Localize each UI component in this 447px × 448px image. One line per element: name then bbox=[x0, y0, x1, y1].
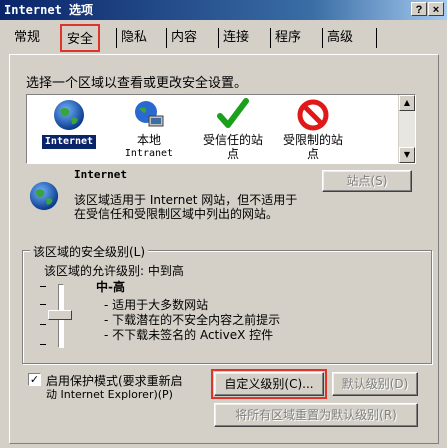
tab-privacy[interactable]: 隐私 bbox=[116, 28, 151, 48]
zone-list[interactable]: Internet 本地 Intranet 受信任的站 点 受限制的站 点 ▲ ▼ bbox=[26, 94, 416, 164]
zone-trusted-label-1: 受信任的站 bbox=[202, 133, 263, 147]
scroll-up-icon[interactable]: ▲ bbox=[399, 95, 415, 111]
allowed-levels-text: 该区域的允许级别: 中到高 bbox=[44, 264, 184, 278]
tab-connections[interactable]: 连接 bbox=[218, 28, 253, 48]
security-level-group-label: 该区域的安全级别(L) bbox=[30, 243, 149, 260]
close-button[interactable]: × bbox=[428, 2, 444, 16]
tab-content[interactable]: 内容 bbox=[166, 28, 201, 48]
custom-level-button[interactable]: 自定义级别(C)... bbox=[211, 369, 327, 399]
slider-tick bbox=[40, 344, 46, 345]
zone-local-intranet[interactable]: 本地 Intranet bbox=[111, 97, 187, 161]
slider-tick bbox=[40, 324, 46, 325]
reset-all-zones-button[interactable]: 将所有区域重置为默认级别(R) bbox=[214, 403, 418, 427]
sites-button[interactable]: 站点(S) bbox=[322, 170, 412, 192]
protected-mode-label-2: 动 Internet Explorer)(P) bbox=[46, 388, 173, 401]
selected-zone-globe-icon bbox=[28, 180, 60, 215]
tab-security[interactable]: 安全 bbox=[60, 24, 101, 52]
zone-scrollbar[interactable]: ▲ ▼ bbox=[398, 95, 415, 163]
zone-internet-label: Internet bbox=[41, 135, 97, 149]
checkmark-icon bbox=[195, 97, 271, 133]
window-title: Internet 选项 bbox=[4, 3, 94, 17]
slider-thumb[interactable] bbox=[48, 310, 72, 320]
globe-icon bbox=[31, 97, 107, 133]
tab-advanced[interactable]: 高级 bbox=[322, 28, 357, 48]
intranet-icon bbox=[111, 97, 187, 133]
help-button[interactable]: ? bbox=[411, 2, 427, 16]
zone-intranet-label-2: Intranet bbox=[124, 148, 174, 159]
slider-level-name: 中-高 bbox=[96, 280, 125, 294]
protected-mode-checkbox[interactable]: ✓ bbox=[28, 373, 41, 386]
zone-restricted-label-1: 受限制的站 bbox=[282, 133, 343, 147]
selected-zone-description-2: 在受信任和受限制区域中列出的网站。 bbox=[74, 207, 279, 221]
slider-bullet-3: - 不下载未签名的 ActiveX 控件 bbox=[104, 328, 274, 342]
default-level-button[interactable]: 默认级别(D) bbox=[332, 372, 418, 396]
zone-restricted-label-2: 点 bbox=[306, 147, 319, 161]
tab-strip: 常规 安全 隐私 内容 连接 程序 高级 bbox=[0, 22, 447, 54]
slider-tick bbox=[40, 286, 46, 287]
slider-tick bbox=[40, 304, 46, 305]
zone-internet[interactable]: Internet bbox=[31, 97, 107, 149]
tab-divider bbox=[376, 28, 377, 48]
security-level-slider[interactable] bbox=[36, 282, 86, 352]
zone-instruction: 选择一个区域以查看或更改安全设置。 bbox=[26, 76, 248, 91]
title-bar: Internet 选项 ? × bbox=[0, 0, 447, 20]
zone-restricted-sites[interactable]: 受限制的站 点 bbox=[275, 97, 351, 161]
scroll-down-icon[interactable]: ▼ bbox=[399, 147, 415, 163]
zone-intranet-label-1: 本地 bbox=[136, 133, 161, 147]
zone-trusted-label-2: 点 bbox=[226, 147, 239, 161]
restricted-icon bbox=[275, 97, 351, 133]
tab-programs[interactable]: 程序 bbox=[270, 28, 305, 48]
selected-zone-name: Internet bbox=[74, 168, 127, 181]
tab-general[interactable]: 常规 bbox=[10, 28, 44, 48]
zone-trusted-sites[interactable]: 受信任的站 点 bbox=[195, 97, 271, 161]
